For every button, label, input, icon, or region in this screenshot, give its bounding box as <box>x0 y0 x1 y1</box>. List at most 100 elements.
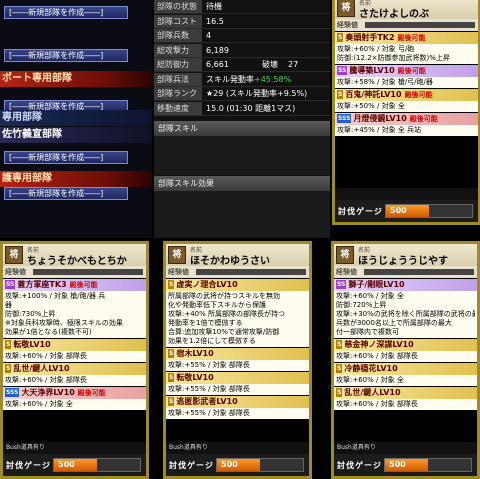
create-unit-button[interactable]: [――新規部隊を作成――] <box>4 6 128 19</box>
card-name-strip: 将名前 ほうじょううじやす <box>334 244 477 267</box>
skill-line: 効果が1倍となる(複数不可) <box>5 328 92 336</box>
subjugation-gauge: 討伐ゲージ 500 <box>166 454 309 476</box>
create-unit-button[interactable]: [――新規部隊を作成――] <box>4 187 128 200</box>
skill-line: 兵数が3000名以上で所属部隊の最大 <box>336 319 452 327</box>
skill-line: 攻撃:+60% / 対象 部隊長 <box>336 400 418 408</box>
exp-row: 経験値 <box>166 266 309 278</box>
stat-label: 部隊兵法 <box>154 72 202 86</box>
skill-line: 防御:720%上昇 <box>336 301 387 309</box>
skill-header[interactable]: SSS 大天浄界LV10 殿後可能 <box>3 387 146 399</box>
skill-header[interactable]: S 冷静穏花LV10 <box>334 363 477 375</box>
skill-header[interactable]: S 転敬LV10 <box>3 339 146 351</box>
skill-description: 所属部隊の武将が持つスキルを無効 化や発動率低下スキルから保護 攻撃:+40% 所属… <box>166 291 309 347</box>
skill-rank-badge: S <box>336 340 343 349</box>
create-unit-button[interactable]: [――新規部隊を作成――] <box>4 151 128 164</box>
skill-line: 攻撃:+55% / 対象 部隊長 <box>168 385 250 393</box>
gauge-label: 討伐ゲージ <box>338 207 383 216</box>
stat-value-text: 15.0 (01:30 距離1マス) <box>206 103 296 113</box>
skill-header[interactable]: SSS 月燈侵鏡LV10 殿後可能 <box>335 113 478 125</box>
sidebar: [――新規部隊を作成――] [――新規部隊を作成――] ポート専用部隊 [――新規部隊… <box>0 0 152 238</box>
skill-line: 付一部隊内で複数可 <box>336 328 399 336</box>
skill-title: 転敬LV10 <box>176 373 214 382</box>
stat-value: 6,661 <box>206 58 229 71</box>
create-unit-button[interactable]: [――新規部隊を作成――] <box>4 49 128 62</box>
general-card-bottom-left[interactable]: 将名前 ちょうそかべもとちか 経験値 SS 蓋方軍座TK3 殿後可能 攻撃:+100% / … <box>0 241 149 479</box>
gauge-value: 500 <box>390 206 407 215</box>
skill-line: 攻撃:+100% / 対象 槍/砲/器 兵 <box>5 292 106 300</box>
skill-line: 攻撃:+55% / 対象 部隊長 <box>168 361 250 369</box>
skill-line: 攻撃:+60% / 対象 全 <box>5 400 73 408</box>
skill-line: 発動率を1倍で模倣する <box>168 319 243 327</box>
unit-rank-row: 部隊ランク ★29 (スキル発動率+9.5%) <box>154 87 330 101</box>
skill-header[interactable]: S 宿木LV10 <box>166 348 309 360</box>
general-avatar[interactable]: 将 <box>168 246 186 264</box>
exp-bar <box>365 22 475 28</box>
skill-title: 乱世/鍵人LV10 <box>344 388 401 397</box>
stat-label: 部隊コスト <box>154 14 202 28</box>
skill-header[interactable]: SS 獅子/剛眼LV10 <box>334 279 477 291</box>
gauge-value: 500 <box>221 460 238 469</box>
gauge-label: 討伐ゲージ <box>169 461 214 470</box>
skill-header[interactable]: S 逃匿影武者LV10 <box>166 396 309 408</box>
card-name-strip: 将名前 ちょうそかべもとちか <box>3 244 146 267</box>
skill-title: 宿木LV10 <box>176 349 214 358</box>
general-card-bottom-middle[interactable]: 将名前 ほそかわゆうさい 経験値 S 虚実ノ理合LV10 所属部隊の武将が持つスキルを無効… <box>163 241 312 479</box>
skill-line: ※対象兵科攻撃時、極限スキルの効果 <box>5 319 123 327</box>
exp-label: 経験値 <box>336 268 357 276</box>
subjugation-gauge: 討伐ゲージ 500 <box>334 454 477 476</box>
skill-rank-badge: SSS <box>5 388 20 397</box>
skill-description: 攻撃:+60% / 対象 全 <box>334 375 477 386</box>
stat-value: 16.5 <box>206 15 224 28</box>
skill-title: 冷静穏花LV10 <box>344 364 398 373</box>
skill-header[interactable]: S 奏頭射手TK2 殿後可能 <box>335 32 478 44</box>
skill-header[interactable]: SS 蓋方軍座TK3 殿後可能 <box>3 279 146 291</box>
stat-value-text: 6,189 <box>206 45 229 55</box>
skill-description: 攻撃:+45% / 対象 全 兵站 <box>335 125 478 136</box>
skill-tag: 殿後可能 <box>404 91 433 99</box>
skill-tag: 殿後可能 <box>409 115 438 123</box>
general-avatar[interactable]: 将 <box>5 246 23 264</box>
skill-header[interactable]: S 乱世/鍵人LV10 <box>334 387 477 399</box>
skill-header[interactable]: S 虚実ノ理合LV10 <box>166 279 309 291</box>
unit-group-header: 専用部隊 <box>0 110 152 126</box>
skill-line: 所属部隊の武将が持つスキルを無効 <box>168 292 280 300</box>
stat-value-text: 6,661 <box>206 60 229 69</box>
skill-line: 攻撃:+58% / 対象 槍/弓/砲/器 <box>337 78 433 86</box>
general-name: さたけよしのぶ <box>359 9 429 20</box>
stat-label: 部隊の状態 <box>154 0 202 13</box>
gauge-bar: 500 <box>53 458 141 472</box>
skill-description: 攻撃:+58% / 対象 槍/弓/砲/器 <box>335 77 478 88</box>
card-footer: Bush道具有り <box>166 442 309 454</box>
skill-rank-badge: S <box>168 280 175 289</box>
stat-label: 部隊兵数 <box>154 29 202 42</box>
unit-skill-effect-header: 部隊スキル効果 <box>154 176 330 191</box>
skill-rank-badge: S <box>337 90 344 99</box>
skill-rank-badge: S <box>168 349 175 358</box>
unit-group-header: 護専用部隊 <box>0 171 152 187</box>
skill-header[interactable]: S 百鬼/神託LV10 殿後可能 <box>335 89 478 101</box>
skill-header[interactable]: S 転敬LV10 <box>166 372 309 384</box>
gauge-bar: 500 <box>216 458 304 472</box>
skill-title: 慈金神ノ深謀LV10 <box>344 340 414 349</box>
skill-header[interactable]: S 慈金神ノ深謀LV10 <box>334 339 477 351</box>
general-name: ほうじょううじやす <box>358 256 448 267</box>
skill-description: 攻撃:+60% / 対象 全防御:720%上昇 攻撃:+30%の武将を除く所属部隊… <box>334 291 477 338</box>
skill-rank-badge: S <box>168 373 175 382</box>
skill-description: 攻撃:+60% / 対象 弓/砲 防御:(12.2×防御参加武将数)%上昇 <box>335 44 478 64</box>
stat-value: 6,189 <box>206 44 229 57</box>
skill-title: 大天浄界LV10 <box>21 388 75 397</box>
skill-header[interactable]: S 乱世/鍵人LV10 <box>3 363 146 375</box>
stat-value-text: 待機 <box>206 2 222 11</box>
skill-header[interactable]: SS 騰導築LV10 殿後可能 <box>335 65 478 77</box>
subjugation-gauge: 討伐ゲージ 500 <box>335 200 478 222</box>
exp-row: 経験値 <box>335 19 478 31</box>
gauge-bar: 500 <box>385 204 473 218</box>
general-avatar[interactable]: 将 <box>337 0 355 17</box>
general-name: ちょうそかべもとちか <box>27 256 127 267</box>
general-card-bottom-right[interactable]: 将名前 ほうじょううじやす 経験値 SS 獅子/剛眼LV10 攻撃:+60% / 対象 全… <box>331 241 480 479</box>
move-speed-row: 移動速度 15.0 (01:30 距離1マス) <box>154 101 330 116</box>
general-card-top-right[interactable]: 将名前 さたけよしのぶ 経験値 S 奏頭射手TK2 殿後可能 攻撃:+60% / 対象 弓/… <box>332 0 480 225</box>
skill-title: 乱世/鍵人LV10 <box>13 364 70 373</box>
gauge-label: 討伐ゲージ <box>337 461 382 470</box>
general-avatar[interactable]: 将 <box>336 246 354 264</box>
